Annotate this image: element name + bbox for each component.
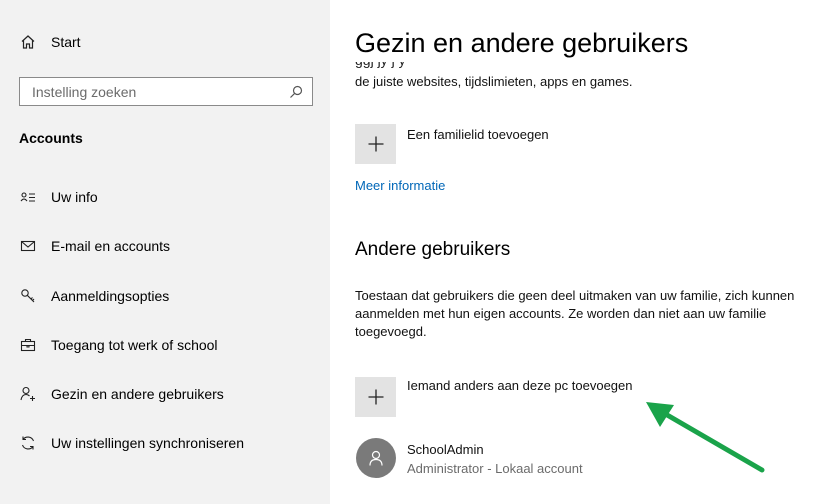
key-icon bbox=[19, 287, 37, 305]
nav-email-accounts-label: E-mail en accounts bbox=[51, 238, 171, 254]
briefcase-icon bbox=[19, 336, 37, 354]
nav-sign-in-options-label: Aanmeldingsopties bbox=[51, 288, 170, 304]
plus-icon bbox=[368, 389, 383, 405]
nav-work-school[interactable]: Toegang tot werk of school bbox=[0, 325, 330, 365]
nav-home-label: Start bbox=[51, 34, 81, 50]
add-other-user-button[interactable] bbox=[355, 377, 396, 417]
annotation-arrow-icon bbox=[646, 402, 765, 473]
settings-sidebar: Start Accounts Uw info E-mail en account… bbox=[0, 0, 330, 504]
user-avatar-icon[interactable] bbox=[356, 438, 396, 478]
nav-your-info-label: Uw info bbox=[51, 189, 98, 205]
page-title: Gezin en andere gebruikers bbox=[355, 28, 689, 58]
nav-your-info[interactable]: Uw info bbox=[0, 177, 330, 217]
nav-family-other-users[interactable]: Gezin en andere gebruikers bbox=[0, 374, 330, 414]
family-description: de juiste websites, tijdslimieten, apps … bbox=[355, 74, 633, 89]
search-icon[interactable] bbox=[288, 84, 304, 100]
plus-icon bbox=[368, 136, 383, 152]
nav-email-accounts[interactable]: E-mail en accounts bbox=[0, 226, 330, 266]
other-users-description: Toestaan dat gebruikers die geen deel ui… bbox=[355, 288, 795, 339]
home-icon bbox=[19, 33, 37, 51]
nav-home[interactable]: Start bbox=[0, 22, 330, 62]
clipped-text-fragment: ggj jy j y bbox=[355, 62, 815, 68]
add-person-icon bbox=[19, 385, 37, 403]
user-name[interactable]: SchoolAdmin bbox=[407, 442, 484, 457]
section-title: Accounts bbox=[19, 130, 83, 146]
nav-sync-settings-label: Uw instellingen synchroniseren bbox=[51, 435, 244, 451]
more-info-link[interactable]: Meer informatie bbox=[355, 178, 445, 193]
other-users-heading: Andere gebruikers bbox=[355, 239, 511, 260]
search-input[interactable] bbox=[20, 78, 280, 105]
nav-family-other-users-label: Gezin en andere gebruikers bbox=[51, 386, 224, 402]
person-card-icon bbox=[19, 188, 37, 206]
user-role: Administrator - Lokaal account bbox=[407, 461, 583, 476]
search-box[interactable] bbox=[19, 77, 313, 106]
add-family-member-button[interactable] bbox=[355, 124, 396, 164]
add-family-member-label[interactable]: Een familielid toevoegen bbox=[407, 127, 549, 142]
nav-sign-in-options[interactable]: Aanmeldingsopties bbox=[0, 276, 330, 316]
nav-work-school-label: Toegang tot werk of school bbox=[51, 337, 218, 353]
sync-icon bbox=[19, 434, 37, 452]
nav-sync-settings[interactable]: Uw instellingen synchroniseren bbox=[0, 423, 330, 463]
mail-icon bbox=[19, 237, 37, 255]
add-other-user-label[interactable]: Iemand anders aan deze pc toevoegen bbox=[407, 378, 633, 393]
